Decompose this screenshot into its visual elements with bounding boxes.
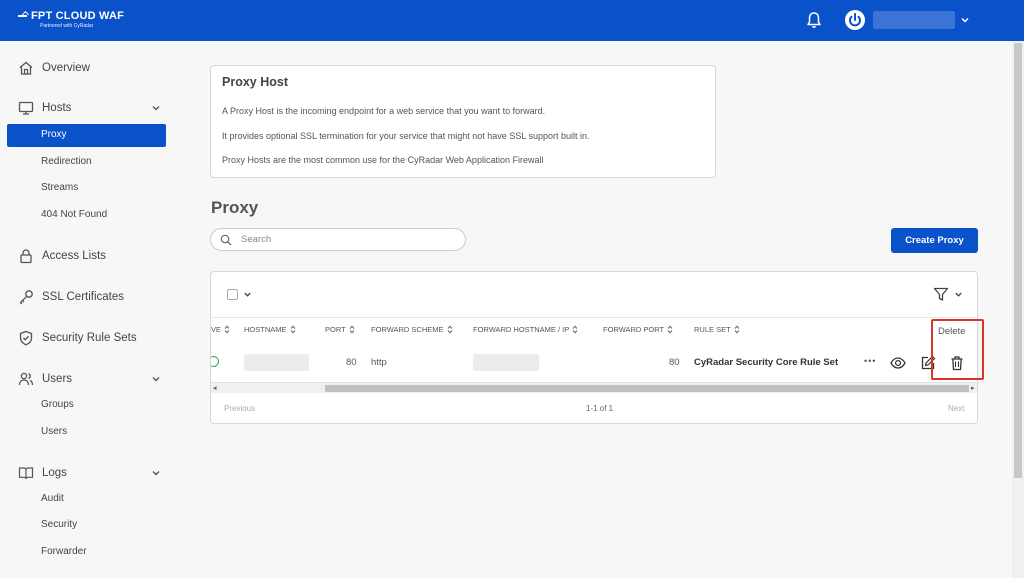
search-icon — [220, 234, 232, 246]
sort-icon — [734, 325, 740, 334]
sort-icon — [447, 325, 452, 334]
hostname-redacted — [244, 354, 309, 371]
info-line: A Proxy Host is the incoming endpoint fo… — [222, 106, 546, 116]
sort-icon — [572, 325, 578, 334]
search-box — [210, 228, 466, 251]
sidebar-item-ssl-certificates[interactable]: SSL Certificates — [18, 289, 124, 305]
user-avatar[interactable] — [845, 10, 865, 30]
search-input[interactable] — [241, 232, 451, 247]
shield-check-icon — [19, 330, 33, 346]
sidebar-item-forwarder[interactable]: Forwarder — [41, 546, 87, 557]
divider — [211, 317, 977, 318]
column-header-forward-scheme[interactable]: FORWARD SCHEME — [371, 325, 453, 334]
chevron-down-icon[interactable] — [960, 15, 970, 25]
sort-icon — [224, 325, 230, 334]
proxy-table-card: VE HOSTNAME PORT FORWARD SCHEME FORWARD … — [210, 271, 978, 424]
scroll-left-arrow-icon[interactable]: ◂ — [213, 384, 217, 392]
delete-highlight-box — [931, 319, 984, 380]
cell-port: 80 — [346, 357, 357, 368]
page-scrollbar[interactable] — [1012, 41, 1024, 578]
sidebar-item-users-list[interactable]: Users — [41, 426, 67, 437]
sidebar-item-label: Overview — [42, 62, 90, 74]
chevron-down-icon[interactable] — [151, 468, 161, 478]
sort-icon — [667, 325, 673, 334]
logo-mark-icon — [18, 12, 28, 20]
app-logo[interactable]: FPT CLOUD WAF Partnered with CyRadar — [18, 10, 124, 29]
sidebar-item-security[interactable]: Security — [41, 519, 77, 530]
pager-info: 1-1 of 1 — [586, 404, 614, 413]
logo-tagline: Partnered with CyRadar — [40, 23, 94, 29]
chevron-down-icon[interactable] — [151, 374, 161, 384]
sidebar-item-security-rule-sets[interactable]: Security Rule Sets — [18, 330, 137, 346]
sidebar-item-label: Security Rule Sets — [42, 332, 137, 344]
eye-icon[interactable] — [890, 355, 906, 371]
chevron-down-icon[interactable] — [954, 290, 963, 299]
sidebar-item-label: SSL Certificates — [42, 291, 125, 303]
sidebar-item-404[interactable]: 404 Not Found — [41, 209, 107, 220]
status-active-icon — [211, 356, 219, 367]
scrollbar-thumb[interactable] — [325, 385, 969, 392]
horizontal-scrollbar[interactable]: ◂ ▸ — [211, 382, 977, 393]
sidebar-item-redirection[interactable]: Redirection — [41, 156, 92, 167]
info-line: Proxy Hosts are the most common use for … — [222, 155, 544, 165]
scroll-right-arrow-icon[interactable]: ▸ — [971, 384, 975, 392]
sidebar-item-label: Proxy — [41, 129, 67, 140]
proxy-host-info-card: Proxy Host A Proxy Host is the incoming … — [210, 65, 716, 178]
info-line: It provides optional SSL termination for… — [222, 131, 590, 141]
sidebar-item-label: Logs — [42, 467, 67, 479]
sidebar-item-overview[interactable]: Overview — [18, 60, 90, 76]
select-all-checkbox[interactable] — [227, 289, 238, 300]
sort-icon — [290, 325, 295, 334]
info-card-title: Proxy Host — [222, 75, 288, 89]
sort-icon — [349, 325, 355, 334]
sidebar-item-label: Hosts — [42, 102, 72, 114]
forward-hostname-redacted — [473, 354, 539, 371]
sidebar-item-label: Users — [42, 373, 73, 385]
users-icon — [18, 372, 34, 386]
sidebar-item-label: Access Lists — [42, 250, 106, 262]
column-header-forward-hostname[interactable]: FORWARD HOSTNAME / IP — [473, 325, 578, 334]
column-header-forward-port[interactable]: FORWARD PORT — [603, 325, 673, 334]
sidebar: Overview Hosts Proxy Redirection Streams… — [0, 41, 178, 578]
sidebar-item-logs[interactable]: Logs — [18, 465, 67, 481]
key-icon — [19, 290, 33, 305]
cell-forward-port: 80 — [669, 357, 680, 368]
logo-text: FPT CLOUD WAF — [31, 10, 125, 22]
more-actions-icon[interactable]: ••• — [864, 356, 876, 366]
home-icon — [19, 61, 33, 75]
column-header-port[interactable]: PORT — [325, 325, 355, 334]
lock-icon — [20, 249, 32, 264]
sidebar-item-audit[interactable]: Audit — [41, 493, 64, 504]
column-header-status[interactable]: VE — [211, 325, 230, 334]
filter-icon[interactable] — [933, 286, 949, 302]
sidebar-item-hosts[interactable]: Hosts — [18, 100, 71, 116]
user-name-redacted[interactable] — [873, 11, 955, 29]
sidebar-item-users[interactable]: Users — [18, 371, 72, 387]
pager-previous[interactable]: Previous — [224, 404, 255, 413]
cell-forward-scheme: http — [371, 357, 387, 368]
column-header-hostname[interactable]: HOSTNAME — [244, 325, 296, 334]
column-header-rule-set[interactable]: RULE SET — [694, 325, 740, 334]
chevron-down-icon[interactable] — [151, 103, 161, 113]
power-icon — [849, 13, 861, 27]
cell-rule-set: CyRadar Security Core Rule Set — [694, 357, 839, 368]
bell-icon[interactable] — [806, 11, 822, 29]
monitor-icon — [18, 101, 34, 115]
page-title: Proxy — [211, 198, 259, 217]
create-proxy-button[interactable]: Create Proxy — [891, 228, 978, 253]
book-icon — [18, 467, 34, 480]
sidebar-item-groups[interactable]: Groups — [41, 399, 74, 410]
sidebar-item-access-lists[interactable]: Access Lists — [18, 248, 106, 264]
scrollbar-thumb[interactable] — [1014, 43, 1022, 478]
pager-next[interactable]: Next — [948, 404, 964, 413]
top-bar: FPT CLOUD WAF Partnered with CyRadar — [0, 0, 1024, 41]
sidebar-item-streams[interactable]: Streams — [41, 182, 78, 193]
sidebar-item-proxy[interactable]: Proxy — [7, 124, 166, 147]
chevron-down-icon[interactable] — [243, 290, 252, 299]
